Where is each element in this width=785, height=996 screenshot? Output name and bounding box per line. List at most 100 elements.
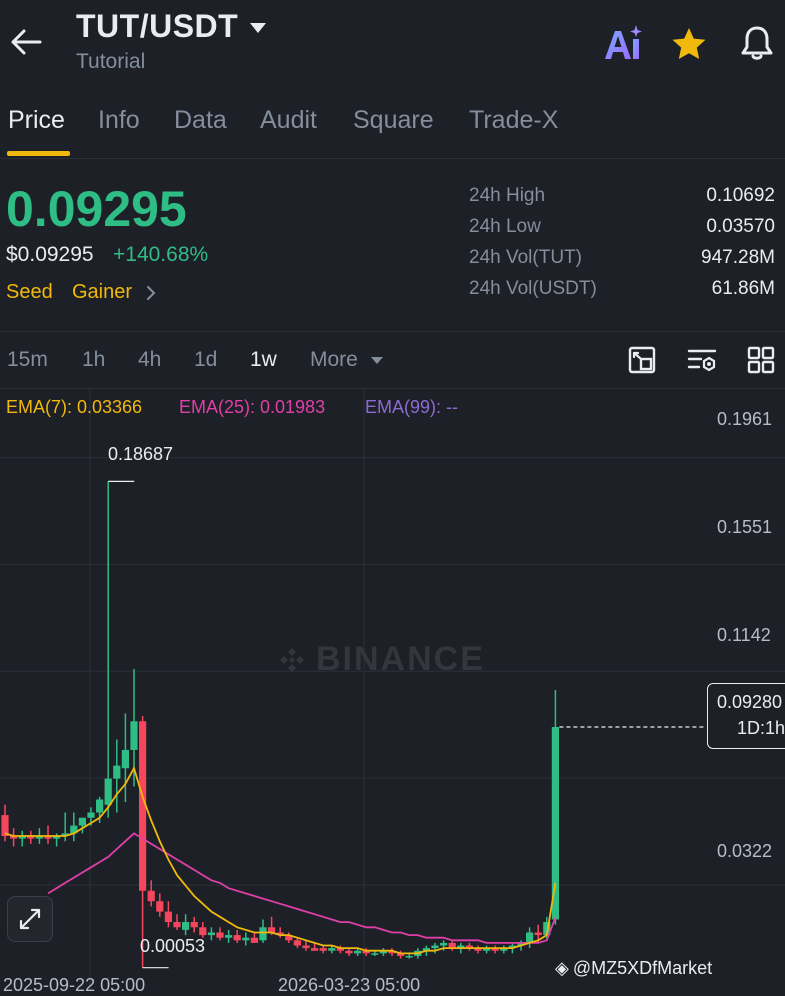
stat-value-vol-base: 947.28M <box>701 247 775 268</box>
timeframe-1d[interactable]: 1d <box>194 348 217 372</box>
feed-tag-text: @MZ5XDfMarket <box>572 958 713 978</box>
candle-body <box>78 817 86 826</box>
pair-dropdown-button[interactable] <box>246 16 270 40</box>
stat-label-vol-quote: 24h Vol(USDT) <box>469 278 597 299</box>
arrow-left-icon <box>11 29 42 55</box>
layout-button[interactable] <box>744 343 778 377</box>
candle-body <box>225 935 233 938</box>
candle-body <box>242 937 250 941</box>
ema25-label: EMA(25): 0.01983 <box>179 397 326 417</box>
candlestick-chart[interactable] <box>0 389 785 989</box>
ema25-line <box>47 832 557 944</box>
candle-countdown: 1D:1h <box>737 718 785 738</box>
current-price-value: 0.09280 <box>717 692 783 712</box>
exchange-watermark: BINANCE <box>278 640 485 679</box>
ema7-label: EMA(7): 0.03366 <box>6 397 143 417</box>
ai-icon <box>605 25 642 59</box>
candle-body <box>1 815 9 837</box>
caret-down-icon <box>371 356 383 364</box>
expand-chart-button[interactable] <box>7 896 53 942</box>
pair-title[interactable]: TUT/USDT <box>76 8 238 45</box>
favorite-button[interactable] <box>668 24 710 64</box>
price-change: +140.68% <box>113 243 209 266</box>
candle-body <box>293 940 301 946</box>
candle-body <box>311 948 319 951</box>
tab-audit[interactable]: Audit <box>260 106 317 135</box>
stat-value-high: 0.10692 <box>706 185 775 206</box>
feed-logo-icon: ◈ <box>555 958 569 978</box>
tags-more-button[interactable] <box>143 283 159 303</box>
candle-body <box>345 950 353 954</box>
stat-label-vol-base: 24h Vol(TUT) <box>469 247 582 268</box>
y-axis-label: 0.0322 <box>717 841 773 861</box>
tab-square[interactable]: Square <box>353 106 434 135</box>
gridlines <box>0 389 785 989</box>
section-divider <box>0 331 785 332</box>
candle-body <box>147 890 155 902</box>
last-price: 0.09295 <box>6 181 187 237</box>
stat-value-low: 0.03570 <box>706 216 775 237</box>
candle-body <box>182 922 190 930</box>
alert-button[interactable] <box>736 22 778 64</box>
caret-down-icon <box>250 23 266 33</box>
ema99-label: EMA(99): -- <box>365 397 459 417</box>
timeframe-more[interactable]: More <box>310 348 358 372</box>
candle-body <box>87 812 95 818</box>
timeframe-more-caret[interactable] <box>369 352 385 368</box>
timeframe-15m[interactable]: 15m <box>7 348 48 372</box>
candle-body <box>534 932 542 936</box>
expand-icon <box>19 908 41 930</box>
candles <box>1 481 559 968</box>
stat-label-high: 24h High <box>469 185 546 206</box>
pair-subtitle: Tutorial <box>76 50 146 73</box>
tab-data[interactable]: Data <box>174 106 227 135</box>
watermark-text: BINANCE <box>316 640 485 678</box>
candle-body <box>551 727 559 920</box>
active-tab-indicator <box>7 151 70 156</box>
y-axis-label: 0.1142 <box>717 625 771 645</box>
ema-lines <box>4 765 557 955</box>
ai-button[interactable] <box>600 22 646 64</box>
binance-logo-icon <box>278 644 306 672</box>
x-axis-date: 2025-09-22 05:00 <box>3 975 146 995</box>
candle-body <box>164 911 172 923</box>
stat-label-low: 24h Low <box>469 216 541 237</box>
candle-body <box>121 749 129 769</box>
tag-gainer[interactable]: Gainer <box>72 281 132 304</box>
stat-value-vol-quote: 61.86M <box>711 278 775 299</box>
candle-body <box>96 799 104 813</box>
candle-body <box>405 955 413 958</box>
candle-body <box>233 935 241 941</box>
timeframe-4h[interactable]: 4h <box>138 348 161 372</box>
indicator-settings-button[interactable] <box>685 343 719 377</box>
low-price-marker-label: 0.00053 <box>140 936 206 956</box>
candle-body <box>190 922 198 928</box>
timeframe-1w[interactable]: 1w <box>250 348 277 372</box>
tab-trade-x[interactable]: Trade-X <box>469 106 558 135</box>
candle-body <box>328 948 336 951</box>
candle-body <box>354 950 362 954</box>
usd-price: $0.09295 <box>6 243 94 266</box>
timeframe-1h[interactable]: 1h <box>82 348 105 372</box>
tab-price[interactable]: Price <box>8 106 65 135</box>
candle-body <box>173 922 181 928</box>
landscape-icon <box>628 346 656 374</box>
candle-body <box>216 932 224 938</box>
candle-body <box>440 942 448 946</box>
tab-bar: Price Info Data Audit Square Trade-X <box>0 100 785 159</box>
high-price-marker-label: 0.18687 <box>108 444 174 464</box>
price-markers <box>108 480 706 969</box>
grid-layout-icon <box>747 346 775 374</box>
x-axis-date: 2026-03-23 05:00 <box>278 975 421 995</box>
fullscreen-toggle-button[interactable] <box>625 343 659 377</box>
tab-info[interactable]: Info <box>98 106 140 135</box>
tag-seed[interactable]: Seed <box>6 281 53 304</box>
candle-body <box>259 927 267 941</box>
candle-body <box>302 945 310 949</box>
bell-icon <box>741 26 773 60</box>
candle-body <box>371 953 379 955</box>
candle-body <box>199 927 207 936</box>
candle-body <box>319 948 327 951</box>
chevron-right-icon <box>147 286 156 300</box>
back-button[interactable] <box>6 24 46 60</box>
